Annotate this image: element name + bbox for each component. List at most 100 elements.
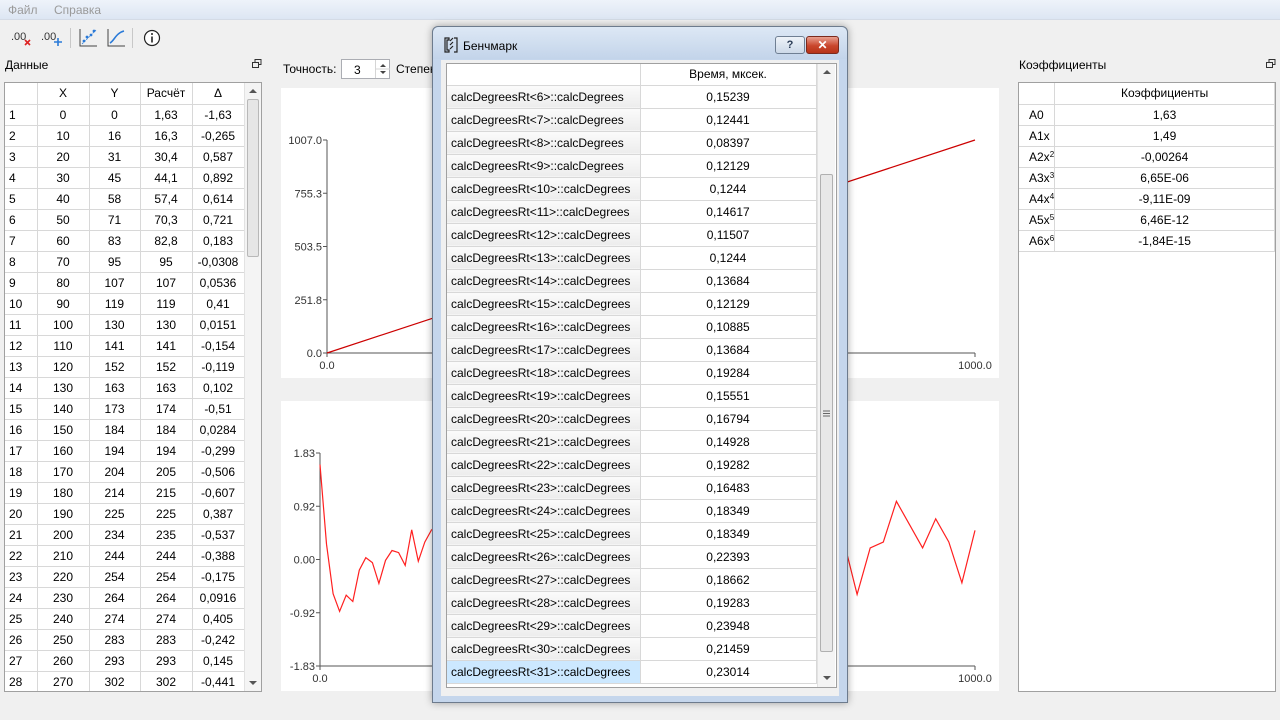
benchmark-row[interactable]: calcDegreesRt<31>::calcDegrees 0,23014 [447, 660, 817, 684]
coef-row[interactable]: A1x 1,49 [1019, 125, 1275, 147]
table-cell[interactable]: 293 [89, 650, 141, 672]
table-cell[interactable]: 214 [89, 482, 141, 504]
benchmark-time[interactable]: 0,18662 [640, 568, 817, 592]
table-cell[interactable]: -0,537 [192, 524, 245, 546]
table-row[interactable]: 21 200 234 235 -0,537 [5, 524, 245, 546]
table-cell[interactable]: 130 [140, 314, 193, 336]
table-cell[interactable]: 163 [89, 377, 141, 399]
benchmark-function[interactable]: calcDegreesRt<9>::calcDegrees [447, 154, 641, 178]
row-header[interactable]: 17 [5, 440, 38, 462]
coef-row[interactable]: A2x2 -0,00264 [1019, 146, 1275, 168]
coef-value[interactable]: 1,63 [1054, 104, 1275, 126]
table-cell[interactable]: 205 [140, 461, 193, 483]
benchmark-time[interactable]: 0,10885 [640, 315, 817, 339]
table-row[interactable]: 9 80 107 107 0,0536 [5, 272, 245, 294]
table-row[interactable]: 11 100 130 130 0,0151 [5, 314, 245, 336]
table-cell[interactable]: 220 [37, 566, 90, 588]
benchmark-function[interactable]: calcDegreesRt<18>::calcDegrees [447, 361, 641, 385]
row-header[interactable]: 26 [5, 629, 38, 651]
benchmark-row[interactable]: calcDegreesRt<30>::calcDegrees 0,21459 [447, 637, 817, 661]
table-cell[interactable]: 0,387 [192, 503, 245, 525]
table-cell[interactable]: 274 [140, 608, 193, 630]
table-cell[interactable]: 244 [89, 545, 141, 567]
data-table-scrollbar[interactable] [244, 83, 261, 691]
benchmark-function[interactable]: calcDegreesRt<30>::calcDegrees [447, 637, 641, 661]
table-cell[interactable]: 150 [37, 419, 90, 441]
table-row[interactable]: 16 150 184 184 0,0284 [5, 419, 245, 441]
table-row[interactable]: 24 230 264 264 0,0916 [5, 587, 245, 609]
table-cell[interactable]: 20 [37, 146, 90, 168]
coef-value[interactable]: -0,00264 [1054, 146, 1275, 168]
table-cell[interactable]: 0,587 [192, 146, 245, 168]
table-cell[interactable]: 10 [37, 125, 90, 147]
coef-value[interactable]: -1,84E-15 [1054, 230, 1275, 252]
table-cell[interactable]: -1,63 [192, 104, 245, 126]
benchmark-time[interactable]: 0,21459 [640, 637, 817, 661]
precision-spinbox[interactable]: 3 [341, 59, 390, 79]
row-header[interactable]: 25 [5, 608, 38, 630]
table-cell[interactable]: 302 [89, 671, 141, 691]
coef-row[interactable]: A5x5 6,46E-12 [1019, 209, 1275, 231]
table-cell[interactable]: 57,4 [140, 188, 193, 210]
benchmark-function[interactable]: calcDegreesRt<13>::calcDegrees [447, 246, 641, 270]
add-point-icon[interactable]: .00 [10, 26, 34, 50]
benchmark-function[interactable]: calcDegreesRt<28>::calcDegrees [447, 591, 641, 615]
table-cell[interactable]: 30 [37, 167, 90, 189]
row-header[interactable]: 7 [5, 230, 38, 252]
float-icon[interactable] [252, 59, 262, 69]
coef-row[interactable]: A0 1,63 [1019, 104, 1275, 126]
benchmark-function[interactable]: calcDegreesRt<27>::calcDegrees [447, 568, 641, 592]
help-button[interactable]: ? [775, 36, 805, 54]
row-header[interactable]: 14 [5, 377, 38, 399]
table-cell[interactable]: 293 [140, 650, 193, 672]
coef-row[interactable]: A3x3 6,65E-06 [1019, 167, 1275, 189]
table-row[interactable]: 18 170 204 205 -0,506 [5, 461, 245, 483]
benchmark-function[interactable]: calcDegreesRt<23>::calcDegrees [447, 476, 641, 500]
table-cell[interactable]: -0,119 [192, 356, 245, 378]
table-cell[interactable]: 270 [37, 671, 90, 691]
scrollbar-thumb[interactable] [247, 99, 259, 257]
scrollbar-thumb[interactable] [820, 174, 833, 652]
table-row[interactable]: 22 210 244 244 -0,388 [5, 545, 245, 567]
table-row[interactable]: 27 260 293 293 0,145 [5, 650, 245, 672]
benchmark-time[interactable]: 0,16794 [640, 407, 817, 431]
table-row[interactable]: 25 240 274 274 0,405 [5, 608, 245, 630]
table-row[interactable]: 28 270 302 302 -0,441 [5, 671, 245, 691]
coef-row[interactable]: A6x6 -1,84E-15 [1019, 230, 1275, 252]
row-header[interactable]: 12 [5, 335, 38, 357]
table-cell[interactable]: 70,3 [140, 209, 193, 231]
benchmark-row[interactable]: calcDegreesRt<24>::calcDegrees 0,18349 [447, 499, 817, 523]
info-icon[interactable] [140, 26, 164, 50]
benchmark-function[interactable]: calcDegreesRt<8>::calcDegrees [447, 131, 641, 155]
table-cell[interactable]: 119 [89, 293, 141, 315]
table-cell[interactable]: 95 [89, 251, 141, 273]
row-header[interactable]: 21 [5, 524, 38, 546]
benchmark-row[interactable]: calcDegreesRt<29>::calcDegrees 0,23948 [447, 614, 817, 638]
table-cell[interactable]: -0,51 [192, 398, 245, 420]
curve-fit-icon[interactable] [104, 26, 128, 50]
benchmark-function[interactable]: calcDegreesRt<19>::calcDegrees [447, 384, 641, 408]
row-header[interactable]: 16 [5, 419, 38, 441]
table-cell[interactable]: 71 [89, 209, 141, 231]
row-header[interactable]: 24 [5, 587, 38, 609]
benchmark-time[interactable]: 0,14928 [640, 430, 817, 454]
row-header[interactable]: 5 [5, 188, 38, 210]
benchmark-time[interactable]: 0,23948 [640, 614, 817, 638]
row-header[interactable]: 8 [5, 251, 38, 273]
table-cell[interactable]: 264 [89, 587, 141, 609]
benchmark-row[interactable]: calcDegreesRt<23>::calcDegrees 0,16483 [447, 476, 817, 500]
row-header[interactable]: 2 [5, 125, 38, 147]
table-cell[interactable]: 107 [89, 272, 141, 294]
table-cell[interactable]: 160 [37, 440, 90, 462]
table-cell[interactable]: 225 [89, 503, 141, 525]
coef-value[interactable]: 1,49 [1054, 125, 1275, 147]
table-cell[interactable]: 0,0151 [192, 314, 245, 336]
table-cell[interactable]: -0,441 [192, 671, 245, 691]
benchmark-time[interactable]: 0,12129 [640, 154, 817, 178]
float-icon[interactable] [1266, 59, 1276, 69]
table-cell[interactable]: 254 [89, 566, 141, 588]
table-cell[interactable]: 200 [37, 524, 90, 546]
table-cell[interactable]: -0,154 [192, 335, 245, 357]
table-cell[interactable]: 58 [89, 188, 141, 210]
benchmark-row[interactable]: calcDegreesRt<26>::calcDegrees 0,22393 [447, 545, 817, 569]
